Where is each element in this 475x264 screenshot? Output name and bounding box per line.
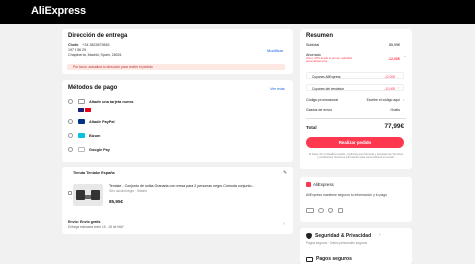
bizum-icon [78,133,85,138]
card-brands [78,108,108,112]
edit-icon[interactable]: ✎ [283,170,287,176]
product-checkbox[interactable] [68,191,72,195]
subtotal-value: 85,99€ [389,43,400,47]
address-title: Dirección de entrega [68,33,128,39]
payment-option-card[interactable]: Añadir una tarjeta nueva [62,97,293,107]
product-price: 85,95€ [109,199,124,204]
radio-button[interactable] [68,119,73,124]
payment-option-bizum[interactable]: Bizum [62,131,293,141]
coupon-seller[interactable]: Cupones del vendedor -12,00€ › [306,84,404,91]
total-value: 77,99€ [384,123,404,130]
product-title[interactable]: Teniake - Conjunto de sofás Granada con … [109,184,287,188]
promo-label: Código promocional [306,98,338,102]
address-phone: +34 3823879845 [82,43,110,47]
payment-more-link[interactable]: Ver más [270,86,285,91]
radio-button[interactable] [68,99,73,104]
table-icon [85,195,91,199]
chevron-right-icon[interactable]: › [283,221,285,227]
product-image[interactable] [73,184,103,206]
card-icon [306,257,313,262]
coupon-value: -12,00€ [384,74,395,79]
security-card: Seguridad & Privacidad › Pagos seguros ·… [300,228,412,264]
shield-icon [328,208,333,213]
payments-title: Pagos seguros [316,256,352,262]
subtotal-label: Subtotal [306,43,320,47]
sofa-icon [76,190,85,200]
payment-title: Métodos de pago [68,85,118,91]
store-name[interactable]: Tienda Teniake España [73,171,115,175]
saved-note: Ahorr. 20% desde el primer, aplicable au… [306,56,353,64]
payment-card: Métodos de pago Ver más Añadir una tarje… [62,80,293,162]
total-label: Total [306,125,317,130]
payment-option-paypal[interactable]: Añadir PayPal [62,117,293,127]
visa-icon [78,108,84,112]
shipping-title: Envío: Envío gratis [68,220,101,224]
shipping-cost-label: Gastos de envío [306,108,333,112]
shield-icon [306,233,312,239]
visa-secure-icon [306,208,314,213]
shipping-detail: Entrega estimada entre 15 - 18 de MAY [68,225,124,229]
chevron-up-icon[interactable]: ⌃ [403,55,406,60]
shipping-cost-value: Gratis [390,108,400,112]
address-warning: Por favor, actualiza tu dirección para r… [67,64,285,70]
chevron-right-icon[interactable]: › [379,232,381,238]
aliexpress-logo[interactable]: AliExpress [31,5,86,17]
security-subtitle: Pagos seguros · Datos personales seguros [306,241,368,245]
top-bar: AliExpress [0,0,475,24]
chevron-right-icon[interactable]: › [403,97,404,102]
coupon-aliexpress[interactable]: Cupones AliExpress -12,00€ [306,72,404,79]
payment-option-googlepay[interactable]: Google Pay [62,145,293,155]
product-variant[interactable]: Gris oscuro/negro · Madrid [109,189,147,193]
trust-badges [306,208,366,214]
payment-option-label: Bizum [89,133,101,138]
summary-title: Resumen [306,33,334,39]
coupon-label: Cupones AliExpress [312,74,341,79]
paypal-icon [78,119,85,124]
aliexpress-icon [306,182,311,187]
security-title[interactable]: Seguridad & Privacidad [315,233,371,239]
trust-brand: AliExpress [313,182,334,187]
payment-option-label: Añadir PayPal [89,119,115,124]
lock-icon [338,208,343,213]
summary-card: Resumen Subtotal 85,99€ Ahorrado Ahorr. … [300,29,412,169]
sofa-icon [91,190,100,200]
card-icon [78,99,85,104]
promo-input[interactable]: Escribe el código aquí [354,98,400,102]
order-card: Tienda Teniake España ✎ Teniake - Conjun… [62,167,340,234]
address-name: Chofo [68,43,79,47]
googlepay-icon [78,147,85,152]
coupon-value: -12,00€ [384,86,395,91]
radio-button[interactable] [68,147,73,152]
place-order-button[interactable]: Realizar pedido [306,137,404,148]
address-line2: Chapinería, Madrid, Spain, 28001 [68,53,122,57]
address-edit-link[interactable]: Modificar [267,48,283,53]
mastercard-icon [85,108,91,112]
payment-option-label: Google Pay [89,147,110,152]
coupon-label: Cupones del vendedor [312,86,345,91]
trust-text: AliExpress mantiene seguros tu informaci… [306,193,388,197]
payment-option-label: Añadir una tarjeta nueva [89,99,134,104]
legal-text: Al hacer clic en Realizar pedido, confir… [308,153,404,160]
trust-card: AliExpress AliExpress mantiene seguros t… [300,177,412,222]
mastercard-secure-icon [318,208,324,213]
chevron-right-icon: › [398,85,400,90]
summary-divider [306,118,406,119]
radio-button[interactable] [68,133,73,138]
saved-value: -12,00€ [387,57,400,61]
